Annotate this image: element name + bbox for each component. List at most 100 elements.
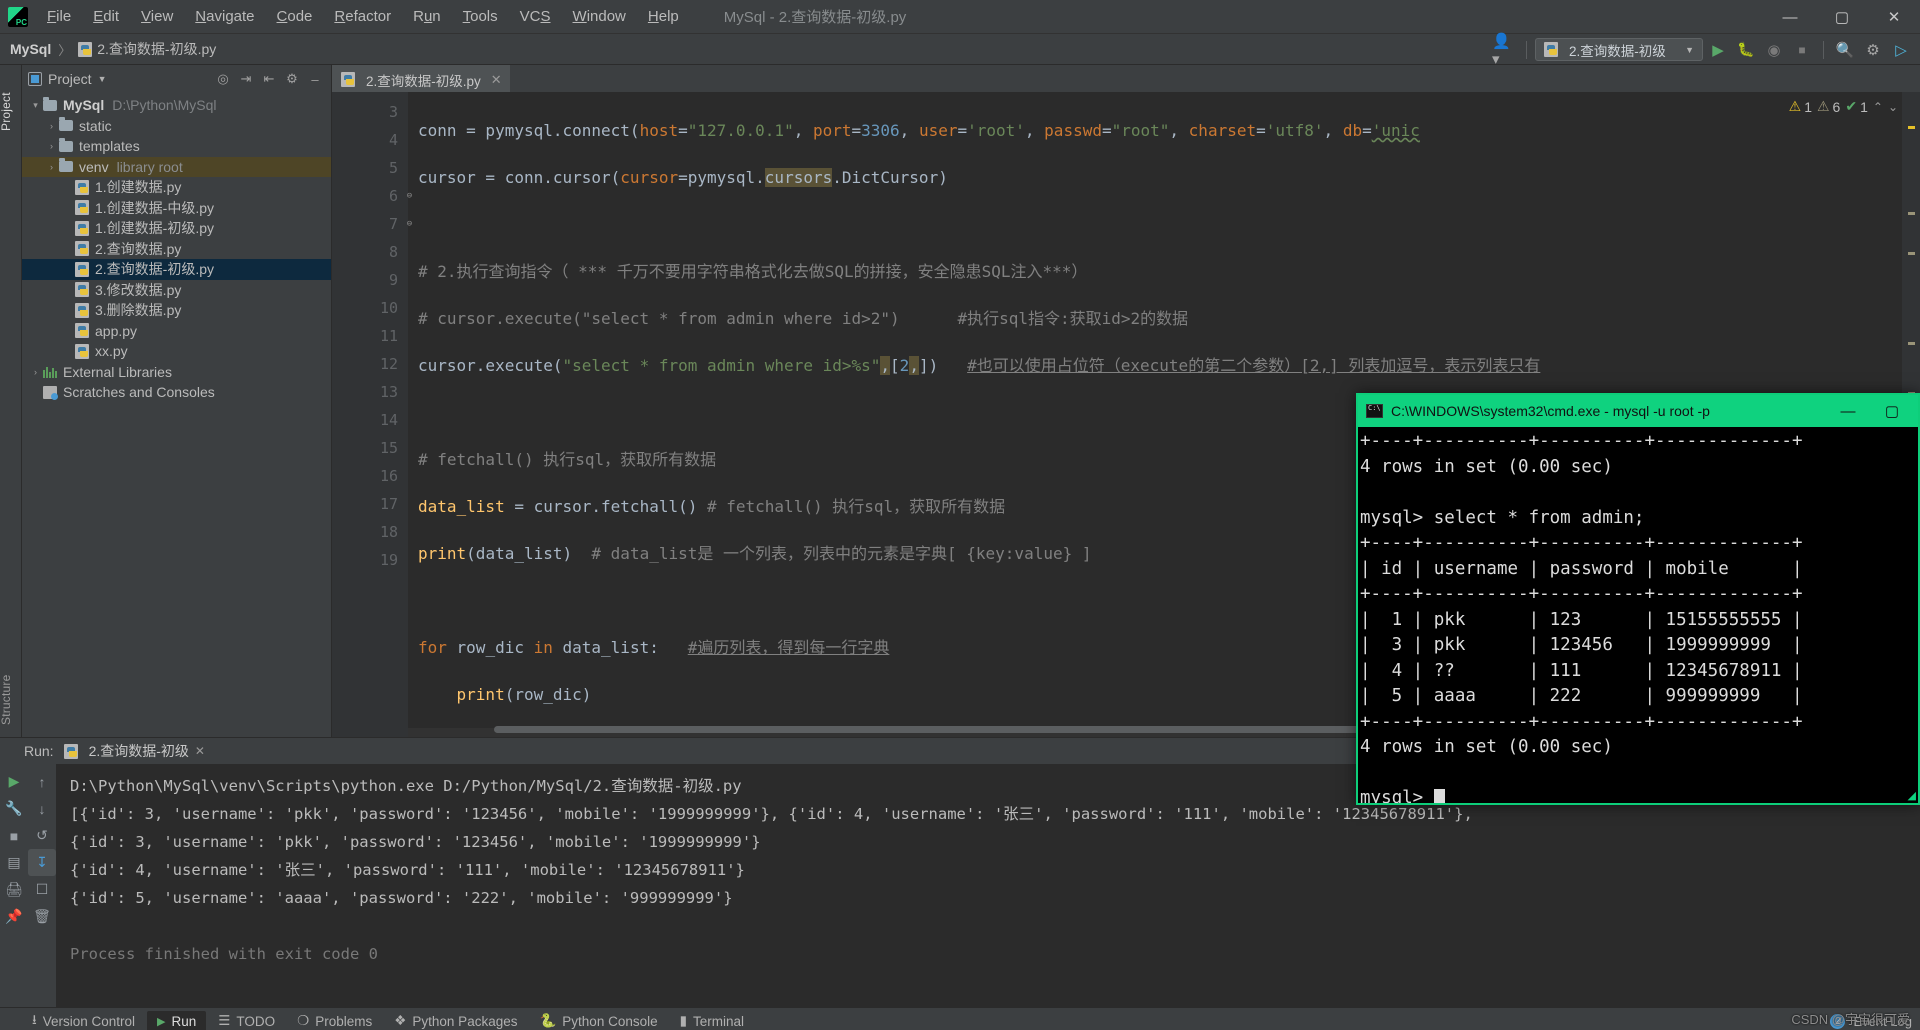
soft-wrap-icon[interactable]: ↺ bbox=[28, 822, 56, 849]
tree-item[interactable]: › static bbox=[22, 116, 331, 137]
cmd-resize-handle[interactable]: ◢ bbox=[1908, 789, 1916, 802]
line-number[interactable]: 4 bbox=[332, 126, 408, 154]
line-number[interactable]: 9 bbox=[332, 266, 408, 294]
line-number[interactable]: 5 bbox=[332, 154, 408, 182]
ok-badge[interactable]: ✔ 1 bbox=[1845, 98, 1868, 115]
search-icon[interactable]: 🔍 bbox=[1832, 37, 1858, 63]
run-configuration-selector[interactable]: 2.查询数据-初级 ▼ bbox=[1535, 38, 1703, 61]
settings-gear-icon[interactable]: ⚙ bbox=[1860, 37, 1886, 63]
close-button[interactable]: ✕ bbox=[1868, 0, 1920, 34]
line-number[interactable]: 14 bbox=[332, 406, 408, 434]
cmd-window[interactable]: C:\WINDOWS\system32\cmd.exe - mysql -u r… bbox=[1356, 393, 1920, 805]
hide-panel-icon[interactable]: – bbox=[305, 69, 325, 89]
menu-code[interactable]: Code bbox=[266, 4, 324, 29]
line-number[interactable]: 17 bbox=[332, 490, 408, 518]
wrench-icon[interactable]: 🔧 bbox=[0, 795, 28, 822]
tree-item[interactable]: app.py bbox=[22, 321, 331, 342]
tree-item[interactable]: › templates bbox=[22, 136, 331, 157]
tool-window-python-console[interactable]: 🐍 Python Console bbox=[529, 1010, 667, 1030]
scroll-to-end-icon[interactable]: ↧ bbox=[28, 849, 56, 876]
tool-window-todo[interactable]: ☰ TODO bbox=[208, 1010, 285, 1030]
tool-window-problems[interactable]: ❍ Problems bbox=[287, 1010, 382, 1030]
chevron-down-icon[interactable]: ⌄ bbox=[1888, 100, 1898, 114]
account-icon[interactable]: 👤▾ bbox=[1492, 33, 1518, 68]
tree-item[interactable]: › venv library root bbox=[22, 156, 331, 177]
tree-item[interactable]: Scratches and Consoles bbox=[22, 382, 331, 403]
line-number[interactable]: 6 ⊖ bbox=[332, 182, 412, 210]
chevron-right-icon[interactable]: › bbox=[28, 367, 43, 377]
sidebar-item-project[interactable]: Project bbox=[0, 92, 13, 131]
stop-icon[interactable]: ■ bbox=[0, 822, 28, 849]
sidebar-item-structure[interactable]: Structure bbox=[0, 675, 13, 726]
line-number[interactable]: 18 bbox=[332, 518, 408, 546]
chevron-right-icon[interactable]: › bbox=[44, 162, 59, 172]
menu-file[interactable]: File bbox=[36, 4, 82, 29]
line-number[interactable]: 8 bbox=[332, 238, 408, 266]
warning-badge[interactable]: ⚠ 1 bbox=[1789, 98, 1812, 115]
menu-tools[interactable]: Tools bbox=[452, 4, 509, 29]
tree-item[interactable]: 3.修改数据.py bbox=[22, 280, 331, 301]
tree-item[interactable]: 2.查询数据.py bbox=[22, 239, 331, 260]
tool-window-version-control[interactable]: ⭳ Version Control bbox=[22, 1007, 145, 1030]
menu-view[interactable]: View bbox=[130, 4, 184, 29]
coverage-icon[interactable]: ◉ bbox=[1761, 37, 1787, 63]
tree-item[interactable]: 1.创建数据-初级.py bbox=[22, 218, 331, 239]
tree-item[interactable]: › External Libraries bbox=[22, 362, 331, 383]
editor-tab[interactable]: 2.查询数据-初级.py ✕ bbox=[332, 65, 510, 92]
chevron-down-icon[interactable]: ▼ bbox=[98, 74, 107, 84]
line-number[interactable]: 15 bbox=[332, 434, 408, 462]
rerun-icon[interactable]: ▶ bbox=[0, 768, 28, 795]
cmd-console-output[interactable]: +----+----------+----------+------------… bbox=[1358, 427, 1918, 803]
gear-icon[interactable]: ⚙ bbox=[282, 69, 302, 89]
weak-warning-badge[interactable]: ⚠ 6 bbox=[1817, 98, 1840, 115]
locate-icon[interactable]: ◎ bbox=[213, 69, 233, 89]
tree-item[interactable]: 1.创建数据.py bbox=[22, 177, 331, 198]
menu-navigate[interactable]: Navigate bbox=[184, 4, 265, 29]
tool-window-python-packages[interactable]: ❖ Python Packages bbox=[384, 1010, 527, 1030]
close-icon[interactable]: ✕ bbox=[491, 72, 502, 88]
tree-item[interactable]: xx.py bbox=[22, 341, 331, 362]
debug-icon[interactable]: 🐛 bbox=[1733, 37, 1759, 63]
line-number[interactable]: 7 ⊖ bbox=[332, 210, 412, 238]
menu-help[interactable]: Help bbox=[637, 4, 690, 29]
line-number[interactable]: 13 bbox=[332, 378, 408, 406]
cmd-minimize-button[interactable]: — bbox=[1826, 396, 1870, 426]
chevron-right-icon[interactable]: › bbox=[44, 141, 59, 151]
print-icon[interactable]: ▤ bbox=[0, 849, 28, 876]
tree-item[interactable]: 3.删除数据.py bbox=[22, 300, 331, 321]
chevron-right-icon[interactable]: › bbox=[44, 121, 59, 131]
run-configuration-tab[interactable]: 2.查询数据-初级 ✕ bbox=[63, 741, 205, 761]
maximize-button[interactable]: ▢ bbox=[1816, 0, 1868, 34]
minimize-button[interactable]: — bbox=[1764, 0, 1816, 34]
updates-icon[interactable]: ▷ bbox=[1888, 37, 1914, 63]
line-number[interactable]: 12 bbox=[332, 350, 408, 378]
cmd-maximize-button[interactable]: ▢ bbox=[1870, 396, 1914, 426]
collapse-all-icon[interactable]: ⇤ bbox=[259, 69, 279, 89]
menu-refactor[interactable]: Refactor bbox=[323, 4, 402, 29]
line-number[interactable]: 19 bbox=[332, 546, 408, 574]
chevron-down-icon[interactable]: ▾ bbox=[28, 100, 43, 111]
line-number[interactable]: 10 bbox=[332, 294, 408, 322]
tree-item[interactable]: 2.查询数据-初级.py bbox=[22, 259, 331, 280]
menu-vcs[interactable]: VCS bbox=[509, 4, 562, 29]
stop-icon[interactable]: ■ bbox=[1789, 37, 1815, 63]
menu-window[interactable]: Window bbox=[562, 4, 637, 29]
tool-window-terminal[interactable]: ▮ Terminal bbox=[670, 1010, 754, 1030]
printer-icon[interactable]: 🖨 bbox=[0, 876, 28, 903]
pin-icon[interactable]: 📌 bbox=[0, 903, 28, 930]
run-icon[interactable]: ▶ bbox=[1705, 37, 1731, 63]
menu-run[interactable]: Run bbox=[402, 4, 452, 29]
line-number[interactable]: 16 bbox=[332, 462, 408, 490]
tree-item[interactable]: ▾ MySql D:\Python\MySql bbox=[22, 95, 331, 116]
tree-item[interactable]: 1.创建数据-中级.py bbox=[22, 198, 331, 219]
breadcrumb-project[interactable]: MySql bbox=[10, 41, 51, 57]
clear-all-icon[interactable]: ☐ bbox=[28, 876, 56, 903]
trash-icon[interactable]: 🗑 bbox=[28, 903, 56, 930]
scroll-down-icon[interactable]: ↓ bbox=[28, 795, 56, 822]
close-icon[interactable]: ✕ bbox=[195, 744, 205, 758]
scroll-up-icon[interactable]: ↑ bbox=[28, 768, 56, 795]
line-number[interactable]: 3 bbox=[332, 98, 408, 126]
line-number[interactable]: 11 bbox=[332, 322, 408, 350]
chevron-up-icon[interactable]: ⌃ bbox=[1873, 100, 1883, 114]
menu-edit[interactable]: Edit bbox=[82, 4, 130, 29]
